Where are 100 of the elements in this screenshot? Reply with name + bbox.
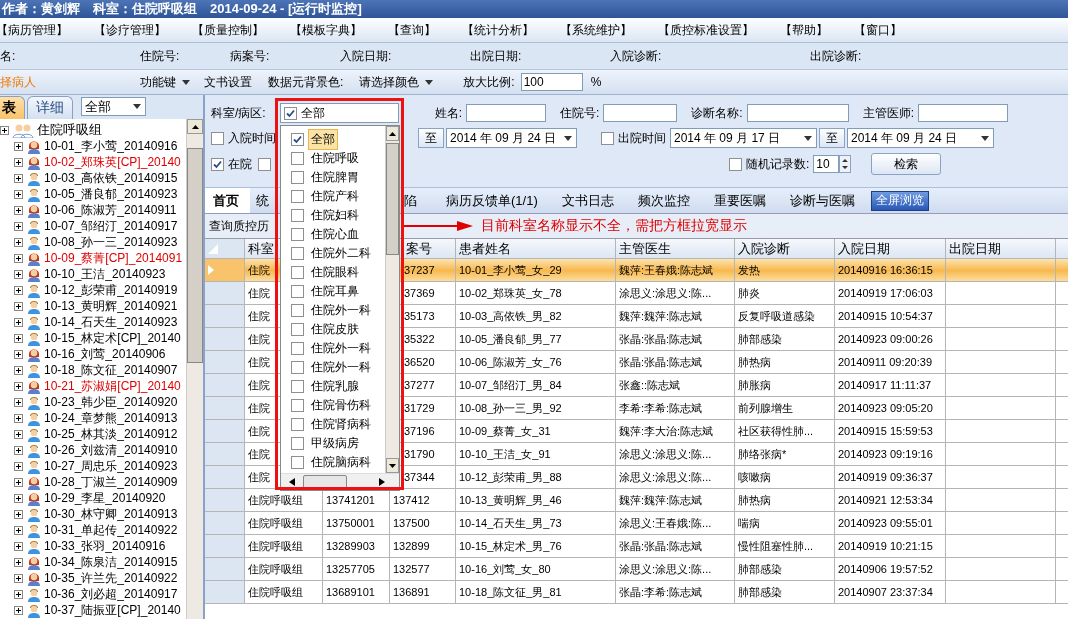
checkbox[interactable] xyxy=(290,342,304,355)
expand-icon[interactable] xyxy=(14,285,23,295)
menu-item[interactable]: 【系统维护】 xyxy=(560,21,632,39)
tab[interactable]: 重要医嘱 xyxy=(701,188,778,213)
date-field[interactable]: 2014 年 09 月 24 日 xyxy=(446,128,577,148)
checkbox[interactable] xyxy=(290,323,304,336)
expand-icon[interactable] xyxy=(14,605,23,615)
to-button[interactable]: 至 xyxy=(418,128,444,148)
tree-node[interactable]: 10-13_黄明辉_20140921 xyxy=(44,297,178,315)
menu-item[interactable]: 【病历管理】 xyxy=(0,21,68,39)
expand-icon[interactable] xyxy=(14,317,23,327)
expand-icon[interactable] xyxy=(14,333,23,343)
expand-icon[interactable] xyxy=(14,269,23,279)
expand-icon[interactable] xyxy=(0,125,9,135)
expand-icon[interactable] xyxy=(14,445,23,455)
tree-node[interactable]: 10-35_许兰先_20140922 xyxy=(44,569,178,587)
checkbox[interactable] xyxy=(290,152,304,165)
tree-node[interactable]: 10-01_李小莺_20140916 xyxy=(44,137,178,155)
tree-node[interactable]: 10-37_陆振亚[CP]_20140 xyxy=(44,601,181,619)
expand-icon[interactable] xyxy=(14,237,23,247)
menu-item[interactable]: 【诊疗管理】 xyxy=(94,21,166,39)
tree-node[interactable]: 10-08_孙一三_20140923 xyxy=(44,233,178,251)
checkbox[interactable] xyxy=(290,190,304,203)
count-input[interactable]: 10 xyxy=(813,155,840,173)
expand-icon[interactable] xyxy=(14,381,23,391)
tree-node[interactable]: 10-06_陈淑芳_20140911 xyxy=(44,201,177,219)
checkbox[interactable] xyxy=(290,399,304,412)
row-indicator[interactable] xyxy=(205,351,245,374)
menu-item[interactable]: 【质控标准设置】 xyxy=(658,21,754,39)
expand-icon[interactable] xyxy=(14,413,23,423)
tree-node[interactable]: 10-14_石天生_20140923 xyxy=(44,313,178,331)
tree-node[interactable]: 10-33_张羽_20140916 xyxy=(44,537,166,555)
fullscreen-button[interactable]: 全屏浏览 xyxy=(870,190,929,211)
scrollbar[interactable] xyxy=(186,119,203,619)
menu-item[interactable]: 【统计分析】 xyxy=(462,21,534,39)
history-button[interactable]: 查询质控历 xyxy=(205,217,273,235)
tree-node[interactable]: 10-03_高依铁_20140915 xyxy=(44,169,178,187)
row-indicator[interactable] xyxy=(205,581,245,604)
dropdown-option[interactable]: 住院妇科 xyxy=(307,205,362,226)
zoom-input[interactable]: 100 xyxy=(520,73,583,91)
text-field[interactable] xyxy=(918,104,1009,122)
function-key-menu[interactable]: 功能键 xyxy=(140,73,194,91)
expand-icon[interactable] xyxy=(14,253,23,263)
tree-node[interactable]: 10-15_林定术[CP]_20140 xyxy=(44,329,181,347)
expand-icon[interactable] xyxy=(14,541,23,551)
expand-icon[interactable] xyxy=(14,173,23,183)
expand-icon[interactable] xyxy=(14,461,23,471)
tree-node[interactable]: 10-21_苏淑娟[CP]_20140 xyxy=(44,377,181,395)
tree-node[interactable]: 10-23_韩少臣_20140920 xyxy=(44,393,178,411)
expand-icon[interactable] xyxy=(14,349,23,359)
checkbox[interactable] xyxy=(601,131,614,145)
tree-node[interactable]: 10-16_刘莺_20140906 xyxy=(44,345,166,363)
expand-icon[interactable] xyxy=(14,365,23,375)
tree-node[interactable]: 10-29_李星_20140920 xyxy=(44,489,166,507)
checkbox[interactable] xyxy=(290,437,304,450)
checkbox[interactable] xyxy=(211,157,224,171)
date-field[interactable]: 2014 年 09 月 17 日 xyxy=(670,128,817,148)
row-indicator[interactable] xyxy=(205,466,245,489)
menu-item[interactable]: 【质量控制】 xyxy=(192,21,264,39)
tree-node[interactable]: 10-05_潘良郁_20140923 xyxy=(44,185,178,203)
row-indicator[interactable] xyxy=(205,535,245,558)
expand-icon[interactable] xyxy=(14,493,23,503)
dropdown-option[interactable]: 住院脾胃 xyxy=(307,167,362,188)
expand-icon[interactable] xyxy=(14,205,23,215)
expand-icon[interactable] xyxy=(14,157,23,167)
department-select[interactable]: 全部 xyxy=(279,103,399,123)
search-button[interactable]: 检索 xyxy=(871,153,942,175)
expand-icon[interactable] xyxy=(14,589,23,599)
expand-icon[interactable] xyxy=(14,189,23,199)
expand-icon[interactable] xyxy=(14,573,23,583)
checkbox[interactable] xyxy=(283,106,297,120)
row-indicator[interactable] xyxy=(205,282,245,305)
tree-node[interactable]: 10-10_王洁_20140923 xyxy=(44,265,166,283)
menu-item[interactable]: 【模板字典】 xyxy=(290,21,362,39)
row-indicator[interactable] xyxy=(205,420,245,443)
expand-icon[interactable] xyxy=(14,301,23,311)
checkbox[interactable] xyxy=(290,133,304,146)
date-field[interactable]: 2014 年 09 月 24 日 xyxy=(847,128,994,148)
doc-settings-button[interactable]: 文书设置 xyxy=(204,73,252,91)
tree-node[interactable]: 10-18_陈文征_20140907 xyxy=(44,361,178,379)
tree-node[interactable]: 10-07_邹绍汀_20140917 xyxy=(44,217,178,235)
checkbox[interactable] xyxy=(211,131,224,145)
dropdown-option[interactable]: 住院产科 xyxy=(307,186,362,207)
tree-node[interactable]: 10-24_章梦熊_20140913 xyxy=(44,409,178,427)
checkbox[interactable] xyxy=(290,380,304,393)
tree-node[interactable]: 10-26_刘兹清_20140910 xyxy=(44,441,178,459)
expand-icon[interactable] xyxy=(14,525,23,535)
tree-node[interactable]: 10-28_丁淑兰_20140909 xyxy=(44,473,178,491)
dropdown-option[interactable]: 全部 xyxy=(307,129,338,150)
dropdown-option[interactable]: 住院呼吸 xyxy=(307,148,362,169)
color-select[interactable]: 请选择颜色 xyxy=(359,73,438,91)
checkbox[interactable] xyxy=(729,157,742,171)
checkbox[interactable] xyxy=(290,228,304,241)
tree-node[interactable]: 10-09_蔡菁[CP]_2014091 xyxy=(44,249,183,267)
row-indicator[interactable] xyxy=(205,397,245,420)
tree-node[interactable]: 10-12_彭荣甫_20140919 xyxy=(44,281,178,299)
text-field[interactable] xyxy=(603,104,678,122)
tab[interactable]: 频次监控 xyxy=(625,188,702,213)
row-indicator[interactable] xyxy=(205,328,245,351)
to-button[interactable]: 至 xyxy=(819,128,845,148)
